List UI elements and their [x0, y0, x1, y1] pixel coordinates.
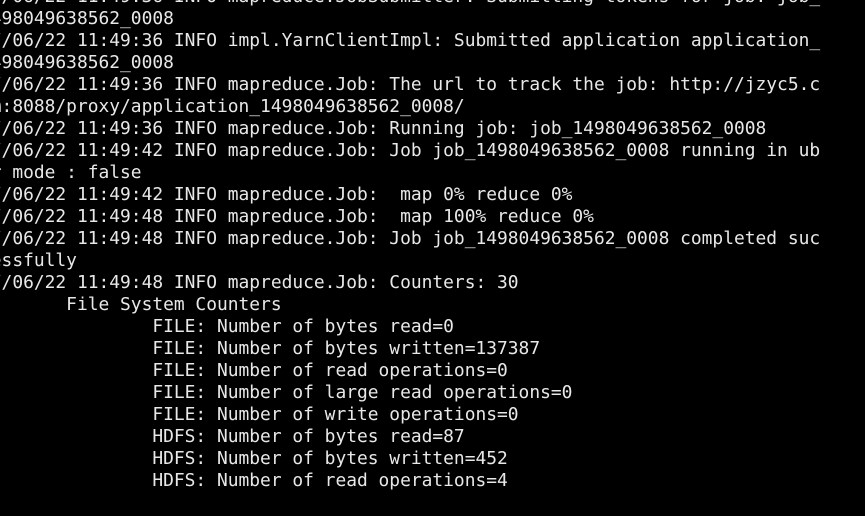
- log-line: 17/06/22 11:49:42 INFO mapreduce.Job: ma…: [0, 184, 573, 205]
- log-line: 17/06/22 11:49:36 INFO impl.YarnClientIm…: [0, 30, 821, 51]
- log-line: 17/06/22 11:49:36 INFO mapreduce.JobSubm…: [0, 0, 865, 8]
- log-line: FILE: Number of bytes written=137387: [0, 338, 541, 359]
- log-line: 1498049638562_0008: [0, 8, 174, 29]
- log-line: HDFS: Number of read operations=4: [0, 470, 508, 491]
- log-line: 17/06/22 11:49:42 INFO mapreduce.Job: Jo…: [0, 140, 821, 161]
- log-line: FILE: Number of write operations=0: [0, 404, 519, 425]
- log-line: FILE: Number of large read operations=0: [0, 382, 573, 403]
- log-line: FILE: Number of read operations=0: [0, 360, 508, 381]
- log-line: 17/06/22 11:49:48 INFO mapreduce.Job: ma…: [0, 206, 594, 227]
- log-line: 17/06/22 11:49:48 INFO mapreduce.Job: Jo…: [0, 228, 821, 249]
- log-line: er mode : false: [0, 162, 142, 183]
- log-line: File System Counters: [0, 294, 282, 315]
- log-line: 17/06/22 11:49:48 INFO mapreduce.Job: Co…: [0, 272, 519, 293]
- log-line: HDFS: Number of bytes written=452: [0, 448, 508, 469]
- log-line: cessfully: [0, 250, 77, 271]
- log-line: 17/06/22 11:49:36 INFO mapreduce.Job: Th…: [0, 74, 821, 95]
- terminal-output[interactable]: 17/06/22 11:49:36 INFO mapreduce.JobSubm…: [0, 0, 865, 516]
- log-line: 1498049638562_0008: [0, 52, 174, 73]
- log-line: FILE: Number of bytes read=0: [0, 316, 454, 337]
- log-line: HDFS: Number of bytes read=87: [0, 426, 465, 447]
- log-line: om:8088/proxy/application_1498049638562_…: [0, 96, 465, 117]
- log-line: 17/06/22 11:49:36 INFO mapreduce.Job: Ru…: [0, 118, 767, 139]
